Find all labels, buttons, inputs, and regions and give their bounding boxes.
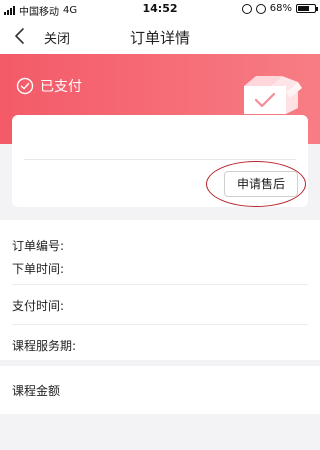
- box-icon: [244, 76, 302, 114]
- divider: [12, 284, 308, 285]
- nav-bar: 关闭 订单详情: [0, 18, 320, 54]
- check-circle-icon: [16, 77, 34, 95]
- alarm-icon: [255, 3, 266, 14]
- order-info-section: 订单编号: 下单时间: 支付时间: 课程服务期:: [0, 220, 320, 360]
- paid-status: 已支付: [16, 76, 82, 96]
- order-number-label: 订单编号:: [12, 239, 65, 253]
- battery-percent: 68%: [269, 3, 292, 14]
- order-card: 申请售后: [12, 115, 308, 207]
- apply-after-sale-button[interactable]: 申请售后: [224, 171, 298, 197]
- course-amount-label: 课程金额: [12, 384, 61, 398]
- pay-time-label: 支付时间:: [12, 299, 65, 313]
- page-title: 订单详情: [129, 29, 190, 47]
- paid-status-label: 已支付: [40, 79, 82, 95]
- battery-icon: [296, 4, 318, 13]
- course-info-placeholder: [24, 125, 296, 155]
- rotation-lock-icon: [241, 3, 252, 14]
- course-price-section: 课程金额: [0, 366, 320, 414]
- status-right: 68%: [241, 3, 318, 14]
- divider: [12, 324, 308, 325]
- status-bar: 中国移动 4G 14:52 68%: [0, 0, 320, 18]
- bottom-area: [0, 414, 320, 450]
- divider: [24, 159, 296, 160]
- order-time-label: 下单时间:: [12, 262, 65, 276]
- service-period-label: 课程服务期:: [12, 339, 77, 353]
- battery-fill: [298, 6, 309, 11]
